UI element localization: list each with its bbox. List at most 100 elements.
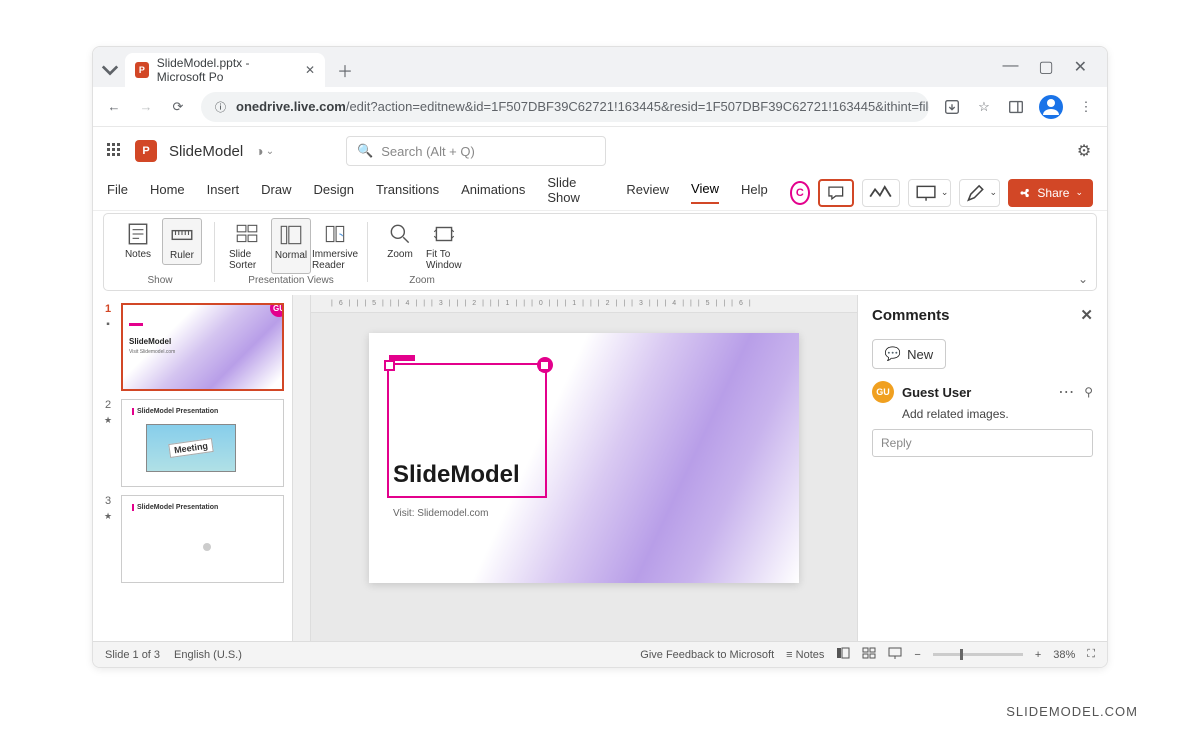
language-button[interactable]: English (U.S.) xyxy=(174,649,242,661)
group-label-show: Show xyxy=(147,275,172,286)
site-info-icon[interactable]: ⓘ xyxy=(215,98,226,116)
browser-tab-bar: P SlideModel.pptx - Microsoft Po ✕ ＋ — ▢… xyxy=(93,47,1107,87)
ribbon-group-show: Notes Ruler Show xyxy=(112,218,208,286)
catch-up-button[interactable] xyxy=(862,179,900,207)
maximize-icon[interactable]: ▢ xyxy=(1038,57,1053,77)
tab-slide-show[interactable]: Slide Show xyxy=(547,175,604,211)
feedback-link[interactable]: Give Feedback to Microsoft xyxy=(640,649,774,661)
slideshow-icon[interactable] xyxy=(888,647,902,662)
zoom-percent[interactable]: 38% xyxy=(1053,649,1075,661)
close-comments-icon[interactable]: ✕ xyxy=(1080,306,1093,324)
vertical-ruler xyxy=(293,295,311,641)
status-bar: Slide 1 of 3 English (U.S.) Give Feedbac… xyxy=(93,641,1107,667)
search-input[interactable]: 🔍 Search (Alt + Q) xyxy=(346,136,606,166)
tab-view[interactable]: View xyxy=(691,181,719,204)
editing-mode-button[interactable]: ⌄ xyxy=(959,179,1000,207)
close-window-icon[interactable]: ✕ xyxy=(1074,57,1087,77)
minimize-icon[interactable]: — xyxy=(1002,57,1018,77)
nav-back-icon[interactable]: ← xyxy=(105,98,123,116)
slide-canvas[interactable]: C SlideModel Visit: Slidemodel.com xyxy=(369,333,799,583)
presence-badge[interactable]: C xyxy=(790,181,810,205)
tab-help[interactable]: Help xyxy=(741,182,768,203)
slide-sorter-button[interactable]: Slide Sorter xyxy=(227,218,267,274)
slide-title[interactable]: SlideModel xyxy=(393,461,520,489)
tab-home[interactable]: Home xyxy=(150,182,185,203)
side-panel-icon[interactable] xyxy=(1007,98,1025,116)
install-app-icon[interactable] xyxy=(943,98,961,116)
tab-insert[interactable]: Insert xyxy=(207,182,240,203)
comment-more-icon[interactable]: ⋯ xyxy=(1058,382,1074,402)
group-label-zoom: Zoom xyxy=(409,275,435,286)
present-button[interactable]: ⌄ xyxy=(908,179,952,207)
comments-button[interactable] xyxy=(818,179,854,207)
thumb-row-3: 3★ SlideModel Presentation xyxy=(101,495,284,583)
document-title[interactable]: SlideModel xyxy=(169,143,243,160)
slide-thumbnails-panel[interactable]: 1 ▪ SlideModel Visit Slidemodel.com GU 2 ★… xyxy=(93,295,293,641)
browser-tab[interactable]: P SlideModel.pptx - Microsoft Po ✕ xyxy=(125,53,325,87)
close-tab-icon[interactable]: ✕ xyxy=(305,63,315,77)
collaborator-badge: C xyxy=(537,357,553,373)
fit-to-window-button[interactable]: Fit To Window xyxy=(424,218,464,274)
workspace: 1 ▪ SlideModel Visit Slidemodel.com GU 2 ★… xyxy=(93,295,1107,641)
save-status-icon[interactable]: ◑ ⌄ xyxy=(255,143,274,159)
fit-window-icon[interactable]: ⛶ xyxy=(1087,648,1095,661)
reply-input[interactable]: Reply xyxy=(872,429,1093,457)
slide-thumbnail-1[interactable]: SlideModel Visit Slidemodel.com GU xyxy=(121,303,284,391)
slide-subtitle[interactable]: Visit: Slidemodel.com xyxy=(393,508,488,519)
zoom-button[interactable]: Zoom xyxy=(380,218,420,274)
comment-avatar: GU xyxy=(872,381,894,403)
tab-file[interactable]: File xyxy=(107,182,128,203)
thumb-number: 1 xyxy=(105,303,111,315)
slide-thumbnail-2[interactable]: SlideModel Presentation Meeting xyxy=(121,399,284,487)
notes-button[interactable]: Notes xyxy=(118,218,158,265)
ribbon-content: Notes Ruler Show Slide Sorter Normal Imm… xyxy=(103,213,1097,291)
search-icon: 🔍 xyxy=(357,143,373,159)
collapse-ribbon-icon[interactable]: ⌄ xyxy=(1078,272,1088,286)
tab-draw[interactable]: Draw xyxy=(261,182,291,203)
immersive-reader-button[interactable]: Immersive Reader xyxy=(315,218,355,274)
profile-avatar-icon[interactable] xyxy=(1039,95,1063,119)
tab-menu-chevron-icon[interactable] xyxy=(101,61,119,79)
thumb-row-1: 1 ▪ SlideModel Visit Slidemodel.com GU xyxy=(101,303,284,391)
app-window: P SlideModel.pptx - Microsoft Po ✕ ＋ — ▢… xyxy=(92,46,1108,668)
tab-design[interactable]: Design xyxy=(314,182,354,203)
tab-title: SlideModel.pptx - Microsoft Po xyxy=(157,56,297,84)
comment-indicator-icon: ▪ xyxy=(106,319,110,330)
app-launcher-icon[interactable] xyxy=(107,143,123,159)
zoom-out-icon[interactable]: − xyxy=(914,649,920,661)
zoom-in-icon[interactable]: + xyxy=(1035,649,1041,661)
url-path: /edit?action=editnew&id=1F507DBF39C62721… xyxy=(346,99,929,114)
ribbon-group-views: Slide Sorter Normal Immersive Reader Pre… xyxy=(221,218,361,286)
ribbon-tab-bar: File Home Insert Draw Design Transitions… xyxy=(93,175,1107,211)
ruler-button[interactable]: Ruler xyxy=(162,218,202,265)
nav-forward-icon[interactable]: → xyxy=(137,98,155,116)
zoom-slider[interactable] xyxy=(933,653,1023,656)
comment-author: Guest User xyxy=(902,385,971,400)
ribbon-group-zoom: Zoom Fit To Window Zoom xyxy=(374,218,470,286)
new-comment-button[interactable]: 💬New xyxy=(872,339,946,369)
thumb-number: 2 xyxy=(105,399,111,411)
browser-menu-icon[interactable]: ⋮ xyxy=(1077,98,1095,116)
slide-counter[interactable]: Slide 1 of 3 xyxy=(105,649,160,661)
comment-thread[interactable]: GU Guest User ⋯⚲ Add related images. Rep… xyxy=(872,381,1093,457)
url-field[interactable]: ⓘ onedrive.live.com/edit?action=editnew&… xyxy=(201,92,929,122)
thumb-number: 3 xyxy=(105,495,111,507)
slide-thumbnail-3[interactable]: SlideModel Presentation xyxy=(121,495,284,583)
animation-star-icon: ★ xyxy=(104,415,112,426)
tab-review[interactable]: Review xyxy=(626,182,669,203)
normal-view-icon[interactable] xyxy=(836,647,850,662)
normal-view-button[interactable]: Normal xyxy=(271,218,311,274)
share-button[interactable]: Share⌄ xyxy=(1008,179,1093,207)
reload-icon[interactable]: ⟳ xyxy=(169,98,187,116)
app-header: P SlideModel ◑ ⌄ 🔍 Search (Alt + Q) ⚙ xyxy=(93,127,1107,175)
settings-gear-icon[interactable]: ⚙ xyxy=(1075,142,1093,160)
sorter-view-icon[interactable] xyxy=(862,647,876,662)
comments-pane: Comments ✕ 💬New GU Guest User ⋯⚲ Add rel… xyxy=(857,295,1107,641)
thumb-row-2: 2 ★ SlideModel Presentation Meeting xyxy=(101,399,284,487)
new-tab-button[interactable]: ＋ xyxy=(331,56,359,84)
tab-transitions[interactable]: Transitions xyxy=(376,182,439,203)
notes-toggle[interactable]: ≡ Notes xyxy=(786,649,824,661)
comment-link-icon[interactable]: ⚲ xyxy=(1084,385,1093,399)
tab-animations[interactable]: Animations xyxy=(461,182,525,203)
bookmark-icon[interactable]: ☆ xyxy=(975,98,993,116)
